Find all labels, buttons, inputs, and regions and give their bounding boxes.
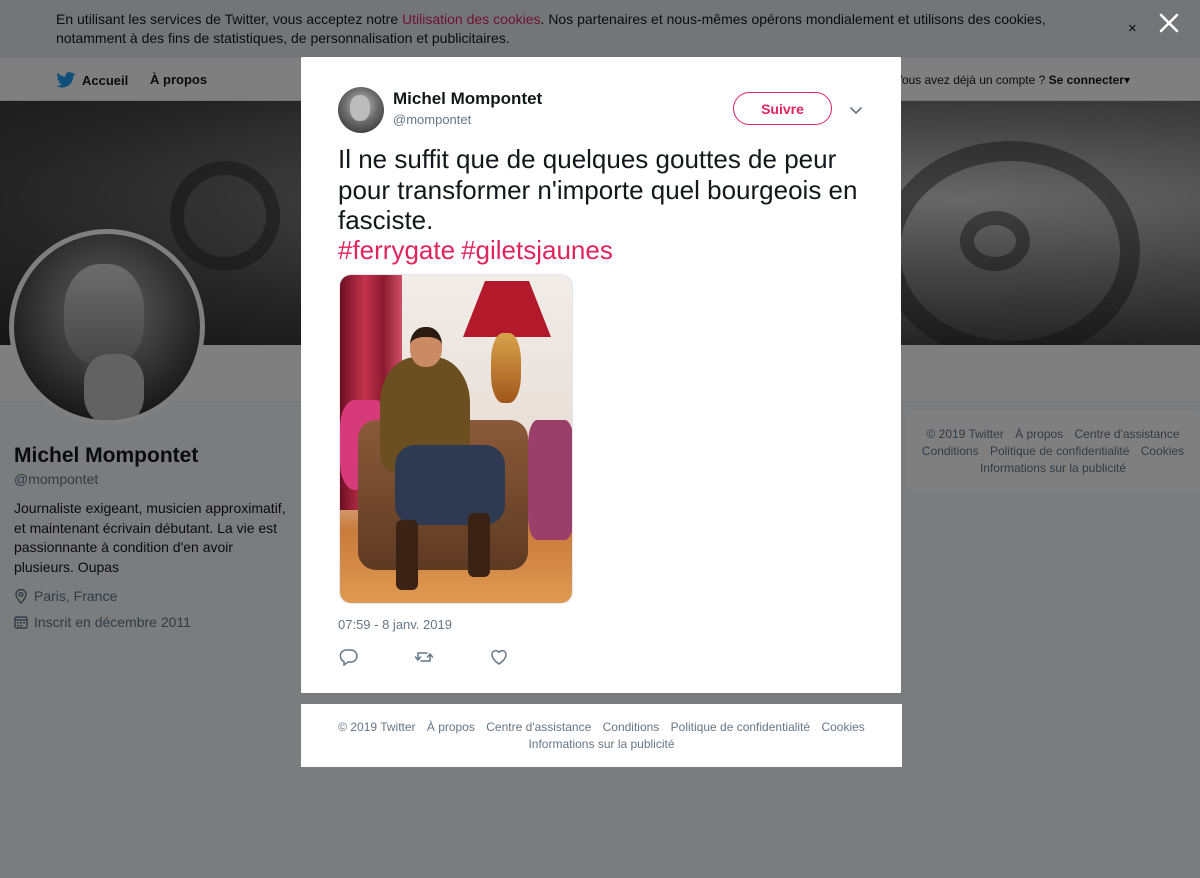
footer-link-cookies[interactable]: Cookies xyxy=(821,720,864,734)
retweet-icon[interactable] xyxy=(414,647,434,667)
modal-footer: © 2019 Twitter À propos Centre d'assista… xyxy=(301,704,902,767)
reply-icon[interactable] xyxy=(339,647,359,667)
footer-links-row: Informations sur la publicité xyxy=(301,736,902,753)
hashtag-link[interactable]: #giletsjaunes xyxy=(461,235,613,265)
footer-links-row: © 2019 Twitter À propos Centre d'assista… xyxy=(301,719,902,736)
photo-lamp xyxy=(463,281,551,337)
footer-link-help[interactable]: Centre d'assistance xyxy=(486,720,591,734)
footer-link-ads[interactable]: Informations sur la publicité xyxy=(528,737,674,751)
close-modal-icon[interactable] xyxy=(1156,10,1182,36)
chevron-down-icon[interactable] xyxy=(846,100,866,120)
tweet-hashtags: #ferrygate #giletsjaunes xyxy=(338,235,619,266)
like-heart-icon[interactable] xyxy=(489,647,509,667)
tweet-author-handle[interactable]: @mompontet xyxy=(393,112,471,127)
footer-link-terms[interactable]: Conditions xyxy=(603,720,660,734)
author-avatar-face xyxy=(350,95,370,121)
tweet-timestamp[interactable]: 07:59 - 8 janv. 2019 xyxy=(338,617,452,632)
photo-person-jeans xyxy=(395,445,505,525)
follow-button[interactable]: Suivre xyxy=(733,92,832,125)
photo-chair xyxy=(528,420,572,540)
tweet-modal: Michel Mompontet @mompontet Suivre Il ne… xyxy=(301,57,901,693)
photo-person-boot xyxy=(468,513,490,577)
photo-lamp-base xyxy=(491,333,521,403)
footer-link-about[interactable]: À propos xyxy=(427,720,475,734)
footer-link-privacy[interactable]: Politique de confidentialité xyxy=(671,720,810,734)
footer-copyright: © 2019 Twitter xyxy=(338,720,416,734)
tweet-author-name[interactable]: Michel Mompontet xyxy=(393,89,542,109)
tweet-author-avatar[interactable] xyxy=(338,87,384,133)
tweet-text: Il ne suffit que de quelques gouttes de … xyxy=(338,144,858,235)
tweet-photo[interactable] xyxy=(339,274,573,604)
photo-person-head xyxy=(410,327,442,367)
hashtag-link[interactable]: #ferrygate xyxy=(338,235,455,265)
photo-person-boot xyxy=(396,520,418,590)
